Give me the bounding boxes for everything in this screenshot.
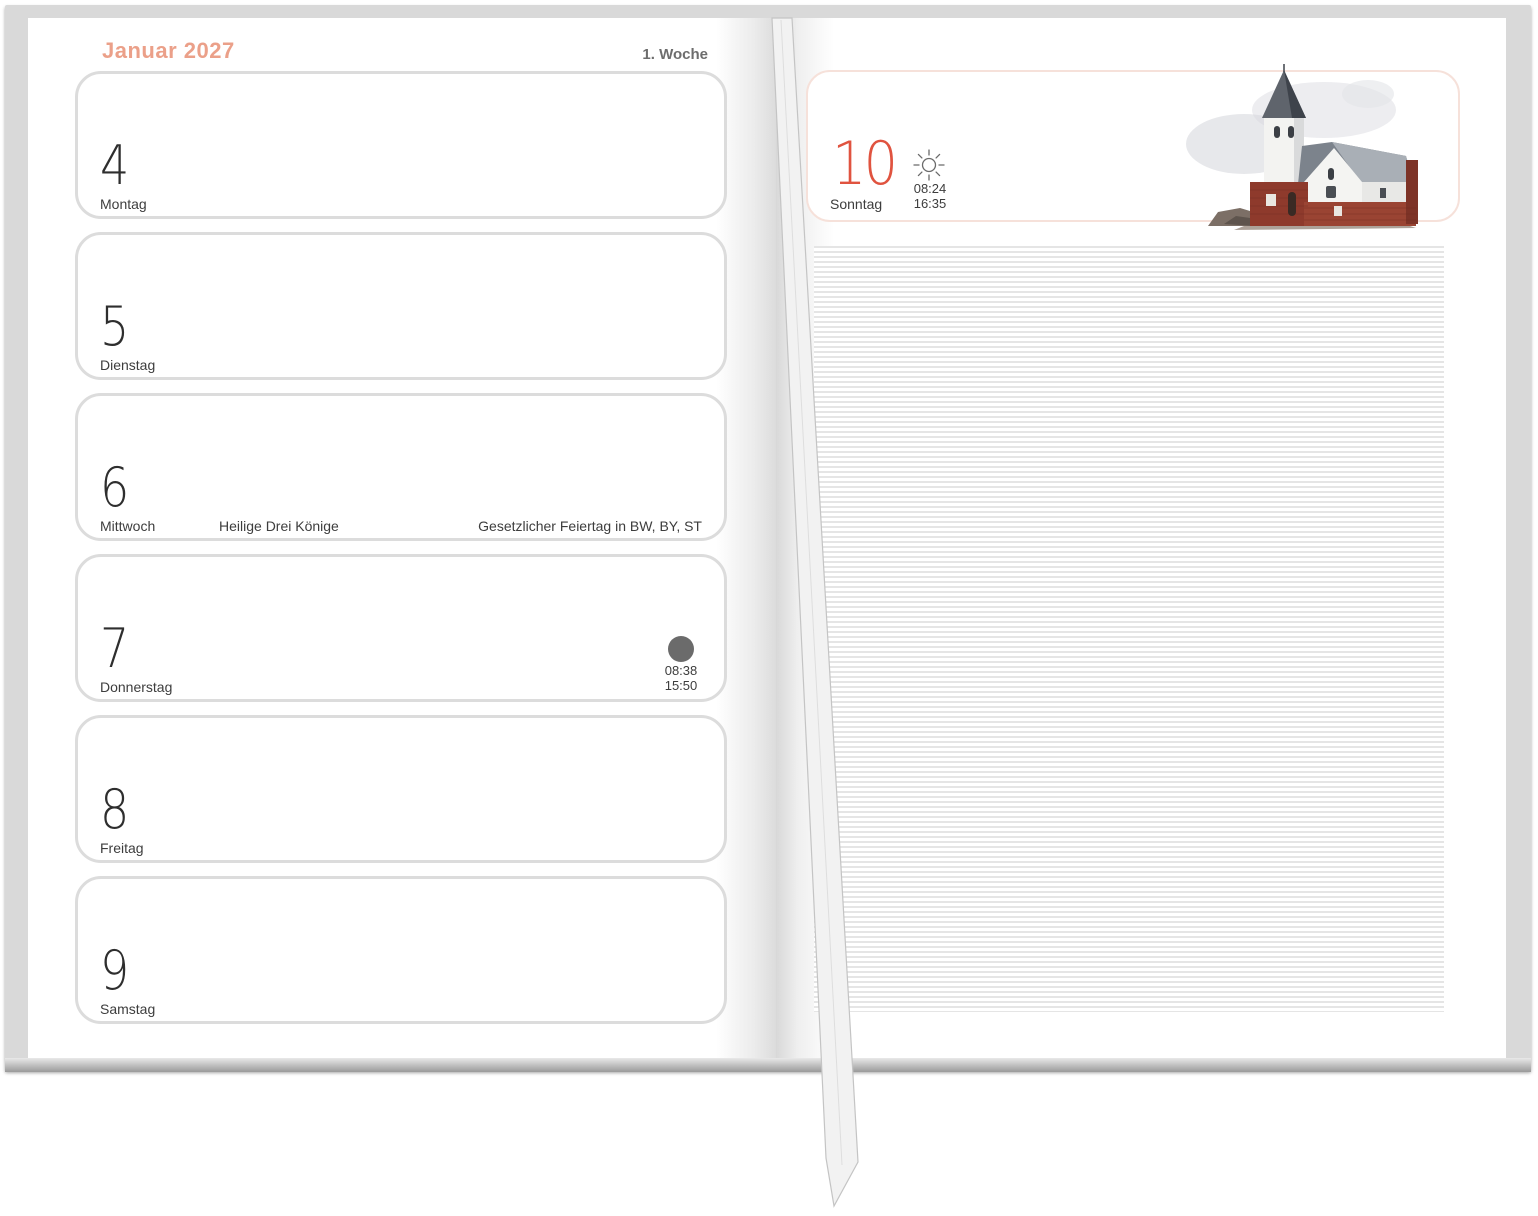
book-cover-edge <box>5 1058 1531 1072</box>
holiday-note: Gesetzlicher Feiertag in BW, BY, ST <box>478 518 702 534</box>
holiday-label: Heilige Drei Könige <box>219 518 339 534</box>
moon-times: 08:38 15:50 <box>660 663 702 693</box>
day-name: Samstag <box>100 1001 156 1017</box>
day-name: Montag <box>100 196 147 212</box>
moon-set: 15:50 <box>664 678 698 693</box>
day-number: 6 <box>100 456 130 519</box>
day-box-friday[interactable]: 8 Freitag <box>75 715 727 863</box>
sunrise-time: 08:24 <box>913 181 947 196</box>
day-name: Dienstag <box>100 357 156 373</box>
day-box-tuesday[interactable]: 5 Dienstag <box>75 232 727 380</box>
day-number: 4 <box>100 134 130 197</box>
full-moon-icon <box>668 636 694 662</box>
day-number: 5 <box>100 295 130 358</box>
day-box-saturday[interactable]: 9 Samstag <box>75 876 727 1024</box>
moon-rise: 08:38 <box>664 663 698 678</box>
month-title: Januar 2027 <box>102 38 235 63</box>
sunset-time: 16:35 <box>913 196 947 211</box>
day-box-monday[interactable]: 4 Montag <box>75 71 727 219</box>
day-box-thursday[interactable]: 7 Donnerstag 08:38 15:50 <box>75 554 727 702</box>
day-name: Freitag <box>100 840 144 856</box>
day-number: 7 <box>100 617 130 680</box>
day-name: Donnerstag <box>100 679 173 695</box>
day-number: 8 <box>100 778 130 841</box>
sunday-day-name: Sonntag <box>830 196 883 212</box>
day-number: 9 <box>100 939 130 1002</box>
church-illustration <box>1186 64 1418 230</box>
ruled-notes-area[interactable] <box>814 246 1444 1012</box>
day-box-wednesday[interactable]: 6 Mittwoch Heilige Drei Könige Gesetzlic… <box>75 393 727 541</box>
week-label: 1. Woche <box>642 46 708 63</box>
sun-times: 08:24 16:35 <box>908 181 952 211</box>
sunday-day-number: 10 <box>832 129 898 199</box>
day-name: Mittwoch <box>100 518 156 534</box>
sun-icon <box>913 149 945 181</box>
